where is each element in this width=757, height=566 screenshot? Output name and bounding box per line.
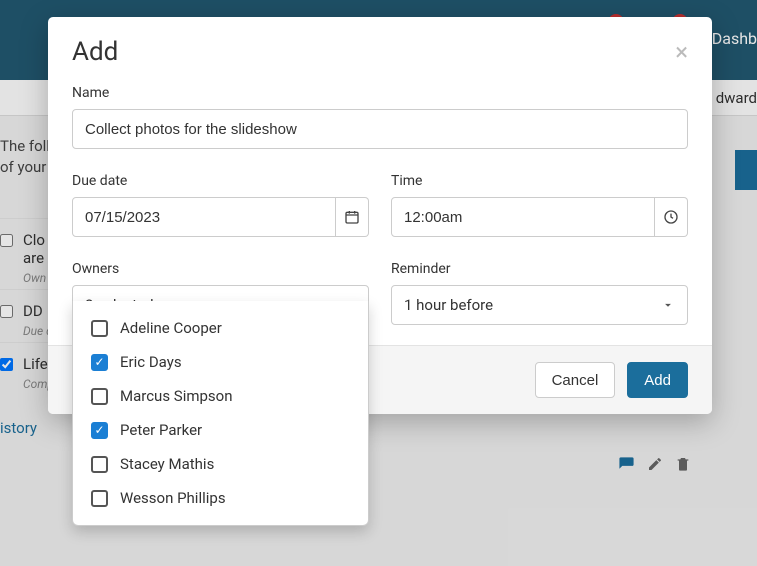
checkbox-icon[interactable]: [91, 456, 108, 473]
checkbox-icon[interactable]: [91, 490, 108, 507]
owners-option-label: Stacey Mathis: [120, 455, 214, 473]
owners-option[interactable]: Wesson Phillips: [73, 481, 368, 515]
checkbox-icon[interactable]: ✓: [91, 422, 108, 439]
time-label: Time: [391, 173, 688, 189]
chevron-down-icon: [661, 298, 675, 312]
name-label: Name: [72, 85, 688, 101]
close-icon[interactable]: ×: [675, 40, 688, 64]
name-input[interactable]: [72, 109, 688, 149]
reminder-label: Reminder: [391, 261, 688, 277]
owners-option-label: Peter Parker: [120, 421, 202, 439]
clock-icon[interactable]: [655, 197, 688, 237]
owners-option[interactable]: Marcus Simpson: [73, 379, 368, 413]
owners-option[interactable]: ✓ Peter Parker: [73, 413, 368, 447]
duedate-label: Due date: [72, 173, 369, 189]
owners-option[interactable]: Stacey Mathis: [73, 447, 368, 481]
owners-label: Owners: [72, 261, 369, 277]
checkbox-icon[interactable]: [91, 320, 108, 337]
owners-option-label: Eric Days: [120, 353, 182, 371]
checkbox-icon[interactable]: ✓: [91, 354, 108, 371]
modal-title: Add: [72, 37, 118, 67]
owners-option-label: Marcus Simpson: [120, 387, 233, 405]
add-modal: Add × Name Due date Time: [48, 17, 712, 414]
owners-option[interactable]: ✓ Eric Days: [73, 345, 368, 379]
owners-option[interactable]: Adeline Cooper: [73, 311, 368, 345]
duedate-input[interactable]: [72, 197, 336, 237]
add-button[interactable]: Add: [627, 362, 688, 398]
owners-dropdown: Adeline Cooper ✓ Eric Days Marcus Simpson ✓ P…: [72, 301, 369, 526]
reminder-value: 1 hour before: [404, 296, 493, 314]
checkbox-icon[interactable]: [91, 388, 108, 405]
owners-option-label: Adeline Cooper: [120, 319, 222, 337]
owners-option-label: Wesson Phillips: [120, 489, 226, 507]
reminder-select[interactable]: 1 hour before: [391, 285, 688, 325]
calendar-icon[interactable]: [336, 197, 369, 237]
cancel-button[interactable]: Cancel: [535, 362, 616, 398]
time-input[interactable]: [391, 197, 655, 237]
